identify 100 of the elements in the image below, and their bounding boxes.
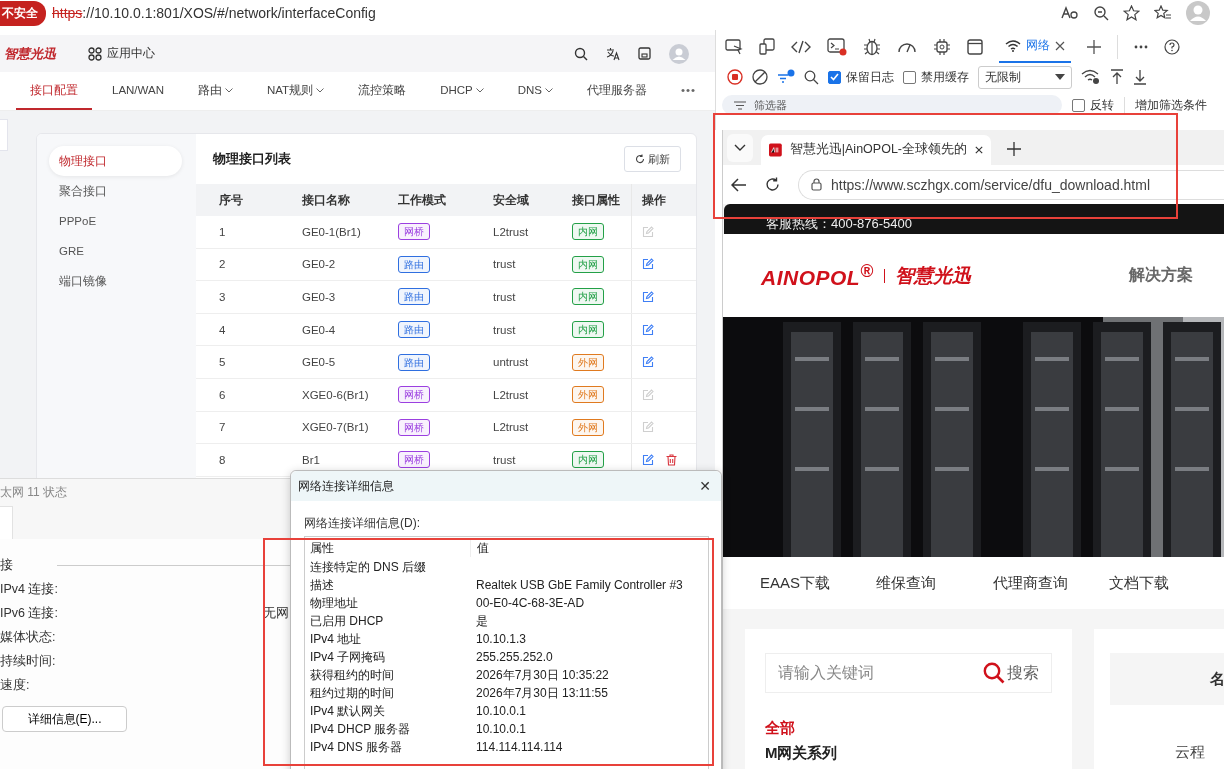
download-icon[interactable] <box>1133 69 1147 85</box>
wifi-settings-icon[interactable] <box>1081 69 1101 85</box>
category-link[interactable]: 全部 <box>765 719 1052 738</box>
field-label: 速度: <box>0 676 30 694</box>
filter-field[interactable]: 筛选器 <box>722 95 1062 115</box>
details-button[interactable]: 详细信息(E)... <box>2 706 127 732</box>
search-button[interactable]: 搜索 <box>983 662 1039 684</box>
tab-list-button[interactable] <box>727 133 753 162</box>
window-icon[interactable] <box>967 38 983 55</box>
code-icon[interactable] <box>791 39 811 54</box>
more-tab[interactable]: ••• <box>667 72 711 110</box>
table-cell-text: untrust <box>493 355 530 371</box>
star-icon[interactable] <box>1123 5 1140 21</box>
search-icon[interactable] <box>804 69 819 85</box>
nav-tab[interactable]: NAT规则 <box>253 72 339 110</box>
network-tab[interactable]: 网络 <box>999 30 1071 63</box>
site-logo[interactable]: AINOPOL$^{®}$ <box>761 261 874 291</box>
site-tab[interactable]: 代理商查询 <box>992 573 1109 593</box>
upload-icon[interactable] <box>1110 69 1124 85</box>
nav-tab[interactable]: 路由 <box>184 72 247 110</box>
record-icon[interactable] <box>727 69 743 85</box>
close-icon[interactable] <box>975 144 983 155</box>
search-icon[interactable] <box>574 46 588 61</box>
dialog-title: 太网 11 状态 <box>0 484 69 501</box>
dialog-title: 网络连接详细信息 <box>298 477 394 495</box>
address-field[interactable]: https://10.10.0.1:801/XOS/#/network/interfaceConfig <box>52 5 376 21</box>
sidebar-item[interactable]: PPPoE <box>49 206 182 236</box>
back-icon[interactable] <box>731 177 747 192</box>
save-icon[interactable] <box>638 47 651 60</box>
translate-icon[interactable] <box>606 46 620 61</box>
nav-tab[interactable]: 流控策略 <box>344 72 421 110</box>
chip-icon[interactable] <box>933 37 951 56</box>
zone-tag: 内网 <box>572 321 604 339</box>
caret-icon <box>475 87 484 93</box>
new-tab-icon[interactable] <box>1007 141 1021 156</box>
nav-tab[interactable]: 代理服务器 <box>573 72 661 110</box>
reload-icon[interactable] <box>765 177 780 193</box>
value-cell-text: 00-E0-4C-68-3E-AD <box>475 596 585 610</box>
inspect-icon[interactable] <box>725 38 743 55</box>
table-cell-text: L2trust <box>493 420 530 436</box>
nav-tab[interactable]: DHCP <box>426 72 498 110</box>
browser-tab[interactable]: 智慧光迅|AinOPOL-全球领先的 <box>761 134 991 165</box>
site-tab[interactable]: EAAS下载 <box>760 573 877 593</box>
table-cell-text: 3 <box>218 290 227 305</box>
filter-icon[interactable] <box>777 69 795 85</box>
close-button[interactable]: ✕ <box>699 478 711 494</box>
delete-icon[interactable] <box>666 453 677 466</box>
column-header[interactable]: 值 <box>471 539 489 557</box>
site-tab[interactable]: 维保查询 <box>876 573 993 593</box>
refresh-button[interactable]: 刷新 <box>624 146 681 172</box>
help-icon[interactable] <box>1164 38 1180 55</box>
invert-checkbox[interactable]: 反转 <box>1072 96 1114 114</box>
site-tab[interactable]: 文档下载 <box>1108 573 1224 593</box>
favorites-icon[interactable] <box>1154 5 1172 21</box>
read-aloud-icon[interactable] <box>1061 5 1079 21</box>
add-icon[interactable] <box>1087 39 1101 54</box>
table-cell-text: 1 <box>218 224 227 240</box>
category-link[interactable]: M网关系列 <box>765 744 1052 763</box>
sidebar-item[interactable]: 聚合接口 <box>49 176 182 206</box>
edit-icon[interactable] <box>642 453 654 466</box>
site-nav-link[interactable]: 解决方案 <box>1129 265 1193 287</box>
table-cell-text: 5 <box>218 355 227 371</box>
edit-icon[interactable] <box>642 291 654 303</box>
sidebar-item[interactable]: 物理接口 <box>49 146 182 176</box>
column-header: 名 <box>1210 669 1224 689</box>
column-header[interactable]: 属性 <box>305 539 471 557</box>
result-text: 云程 <box>1175 743 1206 762</box>
nav-tab[interactable]: LAN/WAN <box>98 72 178 110</box>
property-cell-text: 连接特定的 DNS 后缀 <box>309 558 427 576</box>
device-icon[interactable] <box>759 38 775 55</box>
site-logo-chinese[interactable]: 智慧光迅 <box>894 262 971 289</box>
close-icon[interactable] <box>1055 40 1065 51</box>
console-icon[interactable] <box>827 37 847 56</box>
field-value: 无网 <box>263 604 290 622</box>
edit-icon[interactable] <box>642 258 654 271</box>
sidebar-item[interactable]: GRE <box>49 236 182 266</box>
disable-cache-checkbox[interactable]: 禁用缓存 <box>903 68 969 86</box>
column-header: 操作 <box>631 184 696 216</box>
nav-tab[interactable]: 接口配置 <box>16 72 92 110</box>
list-label: 网络连接详细信息(D): <box>304 515 421 532</box>
value-cell-text: 10.10.0.1 <box>475 722 527 736</box>
property-cell-text: IPv4 地址 <box>309 630 363 648</box>
zoom-icon[interactable] <box>1093 5 1109 21</box>
nav-tab[interactable]: DNS <box>503 72 567 110</box>
table-cell-text: GE0-4 <box>302 322 337 338</box>
panel-title: 物理接口列表 <box>213 150 291 168</box>
bug-icon[interactable] <box>863 37 881 56</box>
preserve-log-checkbox[interactable]: 保留日志 <box>828 68 894 86</box>
clear-icon[interactable] <box>752 69 768 85</box>
edit-icon[interactable] <box>642 323 654 336</box>
value-cell-text: 10.10.1.3 <box>475 632 527 646</box>
app-center-link[interactable]: 应用中心 <box>88 45 155 62</box>
edit-icon[interactable] <box>642 356 654 369</box>
more-icon[interactable] <box>1134 44 1148 49</box>
sidebar-item[interactable]: 端口镜像 <box>49 266 182 296</box>
keyword-field[interactable]: 请输入关键词 <box>778 662 874 684</box>
add-filter-button[interactable]: 增加筛选条件 <box>1135 96 1207 114</box>
security-badge[interactable]: 不安全 <box>0 0 46 26</box>
table-cell-text: trust <box>493 322 517 338</box>
throttle-dropdown[interactable]: 无限制 <box>978 65 1072 89</box>
